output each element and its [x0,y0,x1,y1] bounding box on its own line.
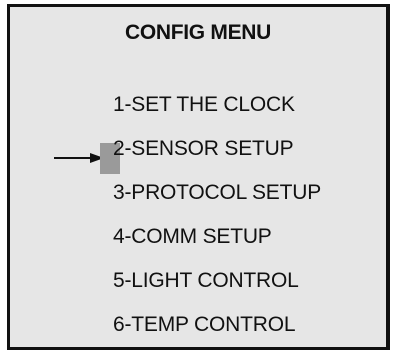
menu-item-protocol-setup[interactable]: 3-PROTOCOL SETUP [113,181,321,225]
menu-title: CONFIG MENU [124,21,272,44]
menu-item-light-control[interactable]: 5-LIGHT CONTROL [113,269,321,313]
menu-item-label: 3-PROTOCOL SETUP [113,181,322,204]
menu-item-set-the-clock[interactable]: 1-SET THE CLOCK [113,93,321,137]
menu-list: 1-SET THE CLOCK 2-SENSOR SETUP 3-PROTOCO… [113,93,321,357]
menu-item-label: 5-LIGHT CONTROL [113,269,299,292]
menu-item-comm-setup[interactable]: 4-COMM SETUP [113,225,321,269]
menu-item-temp-control[interactable]: 6-TEMP CONTROL [113,313,321,357]
config-menu-screen: CONFIG MENU 1-SET THE CLOCK 2-SENSOR SET… [7,4,390,350]
menu-item-label: 6-TEMP CONTROL [113,313,296,336]
arrow-right-icon [54,153,104,163]
menu-item-label: 2-SENSOR SETUP [113,137,294,160]
menu-item-sensor-setup[interactable]: 2-SENSOR SETUP [113,137,321,181]
menu-item-label: 1-SET THE CLOCK [113,93,295,116]
menu-item-label: 4-COMM SETUP [113,225,272,248]
